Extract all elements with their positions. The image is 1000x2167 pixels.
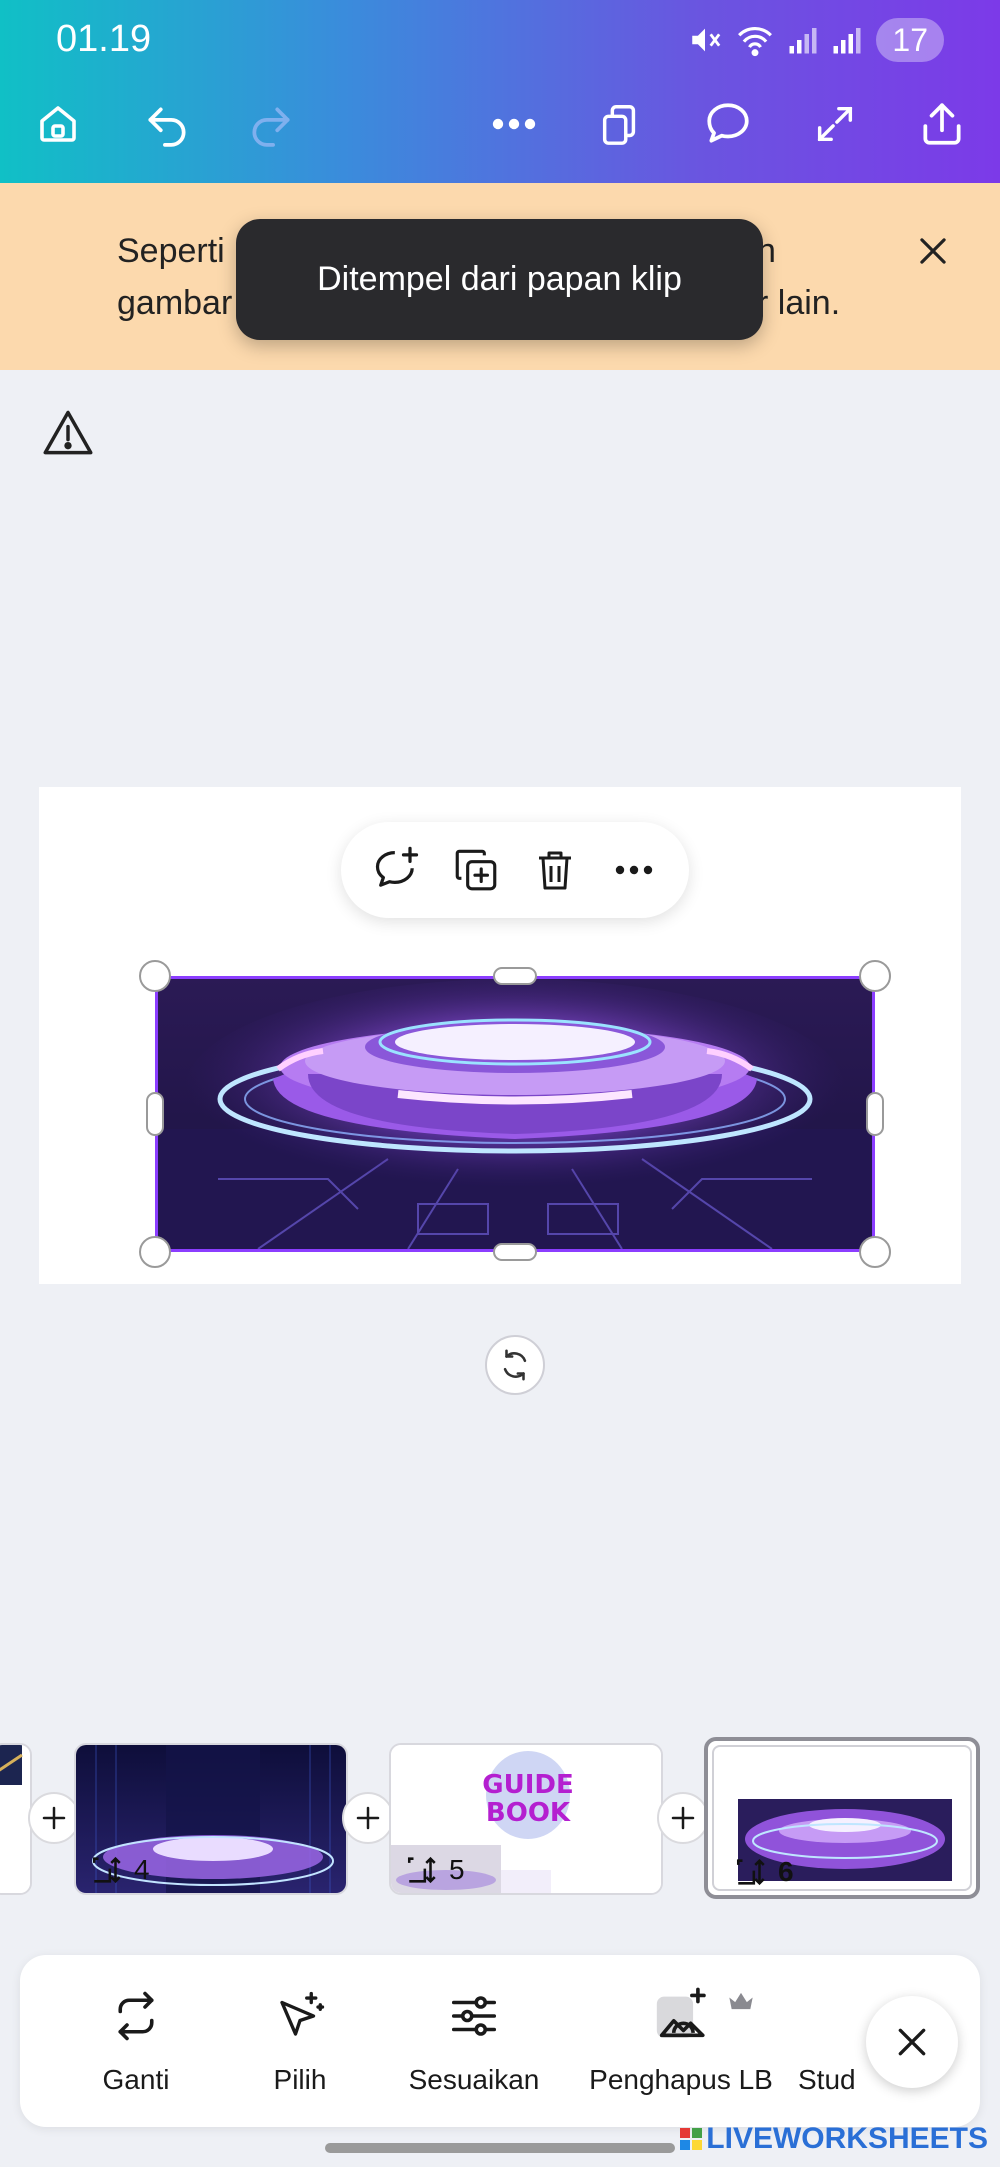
resize-handle-top-right[interactable]	[859, 960, 891, 992]
image-tools-panel: Ganti Pilih Sesuaikan Penghapus LB Stud	[20, 1955, 980, 2127]
adjust-icon	[451, 1996, 497, 2036]
bg-remover-icon	[656, 1987, 706, 2038]
undo-icon	[148, 107, 186, 147]
watermark-text: LIVEWORKSHEETS	[706, 2122, 988, 2155]
close-icon	[920, 238, 946, 264]
add-page-button[interactable]	[657, 1792, 709, 1844]
comment-icon	[707, 103, 749, 143]
page-number-badge: 5	[405, 1853, 465, 1887]
tool-label: Pilih	[273, 2064, 327, 2095]
redo-icon	[252, 107, 290, 147]
neon-stage-image	[158, 979, 872, 1249]
rotate-button[interactable]	[485, 1335, 545, 1395]
close-tools-button[interactable]	[866, 1996, 958, 2088]
magic-select-icon	[280, 1991, 325, 2036]
battery-indicator: 17	[876, 18, 944, 62]
resize-page-icon	[407, 1856, 436, 1884]
page-thumbnail-5[interactable]: GUIDE BOOK 5	[389, 1743, 663, 1895]
tool-label: Penghapus LB	[589, 2064, 773, 2095]
resize-handle-bottom-left[interactable]	[139, 1236, 171, 1268]
warning-text-line2-end: r lain.	[757, 284, 841, 322]
tool-label: Ganti	[102, 2064, 170, 2095]
crown-icon	[729, 1992, 753, 2010]
redo-button[interactable]	[235, 88, 307, 160]
home-indicator[interactable]	[325, 2143, 675, 2153]
expand-icon	[817, 106, 853, 142]
watermark: LIVEWORKSHEETS	[680, 2122, 988, 2156]
more-button[interactable]	[478, 88, 550, 160]
share-button[interactable]	[906, 88, 978, 160]
mute-icon	[692, 28, 721, 52]
plus-icon	[356, 1806, 380, 1830]
tool-bg-remover[interactable]: Penghapus LB	[568, 1955, 794, 2127]
share-icon	[923, 103, 961, 145]
toast-message: Ditempel dari papan klip	[236, 219, 763, 340]
page-number: 6	[778, 1856, 794, 1887]
close-icon	[898, 2028, 926, 2056]
duplicate-icon	[455, 849, 496, 891]
plus-icon	[671, 1806, 695, 1830]
tool-magic-select[interactable]: Pilih	[220, 1955, 380, 2127]
comment-button[interactable]	[692, 88, 764, 160]
trash-icon	[538, 851, 571, 890]
page-thumbnail-6-selected[interactable]: 6	[704, 1737, 980, 1899]
svg-text:BOOK: BOOK	[486, 1798, 571, 1828]
thumbnail-title: GUIDE	[482, 1770, 573, 1800]
status-icons: 17	[688, 18, 944, 62]
wifi-icon	[738, 27, 773, 57]
signal-icon	[789, 28, 817, 54]
resize-handle-top-left[interactable]	[139, 960, 171, 992]
duplicate-button[interactable]	[446, 840, 506, 900]
resize-page-icon	[736, 1858, 765, 1886]
banner-close-button[interactable]	[905, 223, 961, 279]
undo-button[interactable]	[131, 88, 203, 160]
add-comment-icon	[375, 846, 418, 887]
tool-adjust[interactable]: Sesuaikan	[384, 1955, 564, 2127]
page-number: 5	[449, 1854, 465, 1885]
signal-icon	[833, 28, 861, 54]
fullscreen-button[interactable]	[799, 88, 871, 160]
element-more-button[interactable]	[604, 840, 664, 900]
liveworksheets-logo	[680, 2128, 703, 2150]
page-thumbnail-4[interactable]: 4	[74, 1743, 348, 1895]
resize-handle-left[interactable]	[146, 1092, 164, 1136]
home-icon	[40, 106, 76, 142]
tool-replace[interactable]: Ganti	[56, 1955, 216, 2127]
page-number-badge: 4	[90, 1853, 150, 1887]
add-page-button[interactable]	[342, 1792, 394, 1844]
resize-handle-bottom[interactable]	[493, 1243, 537, 1261]
add-page-button[interactable]	[28, 1792, 80, 1844]
resize-handle-right[interactable]	[866, 1092, 884, 1136]
status-time: 01.19	[56, 18, 152, 60]
rotate-icon	[503, 1349, 527, 1381]
page-number-badge: 6	[734, 1855, 794, 1889]
warning-text-line2: gambar	[117, 284, 233, 322]
element-toolbar	[341, 822, 689, 918]
resize-handle-bottom-right[interactable]	[859, 1236, 891, 1268]
warning-icon	[43, 410, 93, 455]
tool-label: Sesuaikan	[408, 2064, 540, 2095]
resize-page-icon	[92, 1856, 121, 1884]
home-button[interactable]	[22, 88, 94, 160]
pages-icon	[602, 105, 636, 145]
top-toolbar: 01.19 17	[0, 0, 1000, 183]
warning-text-line1: Seperti	[117, 232, 225, 270]
plus-icon	[42, 1806, 66, 1830]
more-icon	[492, 118, 536, 130]
resize-handle-top[interactable]	[493, 967, 537, 985]
pages-button[interactable]	[584, 88, 656, 160]
more-icon	[615, 865, 652, 875]
delete-button[interactable]	[525, 840, 585, 900]
selected-image[interactable]	[155, 976, 875, 1252]
add-comment-button[interactable]	[367, 840, 427, 900]
replace-icon	[118, 1991, 154, 2041]
tool-label: Stud	[798, 2064, 856, 2095]
page-number: 4	[134, 1854, 150, 1885]
